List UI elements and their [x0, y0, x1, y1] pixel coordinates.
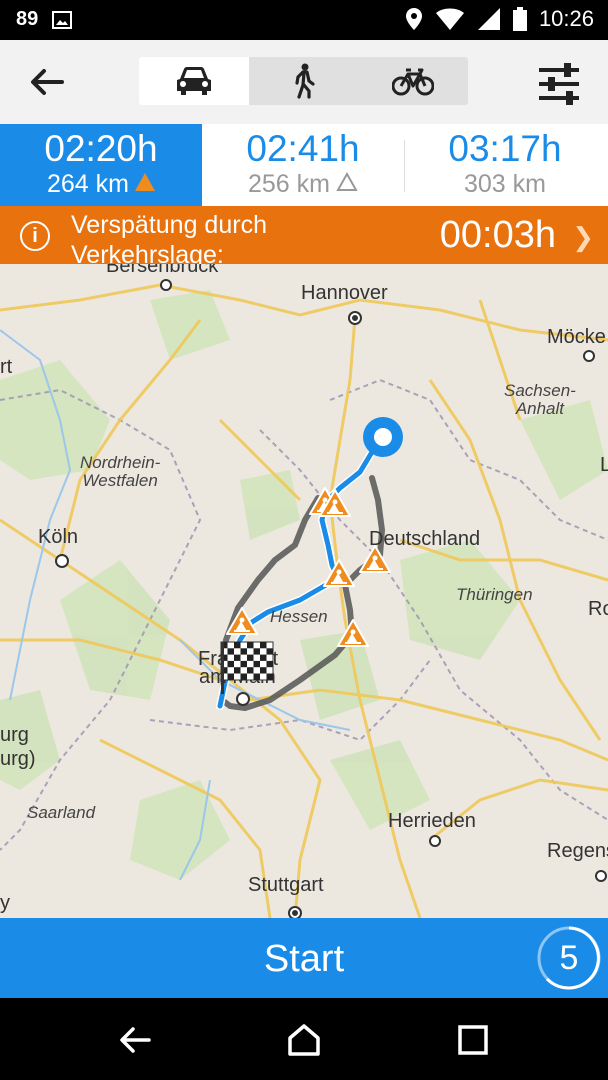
- countdown-ring: 5: [536, 925, 602, 991]
- route-settings-button[interactable]: [536, 62, 582, 106]
- transport-mode-group: [139, 57, 468, 105]
- start-navigation-button[interactable]: Start 5: [0, 918, 608, 998]
- traffic-delay-banner[interactable]: i Verspätung durch Verkehrslage: 00:03h …: [0, 206, 608, 264]
- mode-bike-button[interactable]: [358, 57, 468, 105]
- route-distance: 256 km: [248, 170, 330, 198]
- start-label: Start: [263, 938, 345, 980]
- city-label: Deutschland: [369, 528, 481, 550]
- region-label: Sachsen- Anhalt: [504, 381, 576, 418]
- signal-icon: [477, 8, 500, 30]
- system-back-button[interactable]: [115, 1020, 155, 1060]
- notification-count: 89: [16, 8, 39, 30]
- battery-icon: [512, 7, 527, 31]
- city-label: Möcke: [547, 326, 606, 348]
- warning-outline-icon: [336, 172, 358, 192]
- route-time: 02:41h: [246, 128, 360, 169]
- route-distance: 264 km: [47, 170, 129, 198]
- info-icon: i: [20, 221, 50, 251]
- status-time: 10:26: [538, 6, 594, 31]
- arrow-left-icon: [31, 69, 64, 95]
- route-option-1[interactable]: 02:20h 264 km: [0, 124, 202, 206]
- sliders-icon: [539, 63, 579, 105]
- system-recents-button[interactable]: [453, 1020, 493, 1060]
- back-button[interactable]: [26, 62, 70, 102]
- start-location-marker[interactable]: [360, 414, 406, 460]
- roadwork-icon[interactable]: [318, 488, 352, 518]
- back-triangle-icon: [120, 1027, 151, 1053]
- mode-walk-button[interactable]: [249, 57, 359, 105]
- warning-filled-icon: [134, 173, 155, 192]
- system-nav-bar: [0, 998, 608, 1080]
- region-label: Saarland: [27, 803, 96, 822]
- route-option-3[interactable]: 03:17h 303 km: [404, 124, 606, 206]
- image-icon: [52, 10, 73, 29]
- city-label: urg): [0, 748, 36, 770]
- delay-value: 00:03h: [439, 214, 556, 256]
- city-label: rt: [0, 356, 13, 378]
- home-icon: [288, 1024, 320, 1056]
- mode-car-button[interactable]: [139, 57, 249, 105]
- system-home-button[interactable]: [284, 1020, 324, 1060]
- car-icon: [176, 67, 211, 95]
- wifi-icon: [435, 8, 464, 30]
- recents-icon: [458, 1025, 488, 1055]
- bicycle-icon: [392, 68, 435, 96]
- city-label: Stuttgart: [248, 874, 324, 896]
- city-label: Regens: [547, 840, 608, 862]
- destination-flag-icon[interactable]: [219, 640, 277, 696]
- city-label: Hannover: [301, 282, 388, 304]
- region-label: Hessen: [270, 607, 328, 626]
- roadwork-icon[interactable]: [225, 606, 259, 636]
- countdown-value: 5: [559, 939, 579, 977]
- city-label: Köln: [38, 526, 79, 548]
- route-time: 02:20h: [44, 128, 158, 169]
- route-option-2[interactable]: 02:41h 256 km: [202, 124, 404, 206]
- region-label: Thüringen: [456, 585, 533, 604]
- route-alternatives: 02:20h 264 km 02:41h 256 km 03:17h 303 k…: [0, 124, 608, 206]
- city-label: urg: [0, 724, 29, 746]
- pedestrian-icon: [294, 63, 315, 99]
- roadwork-icon[interactable]: [336, 618, 370, 648]
- region-label: Nordrhein- Westfalen: [80, 453, 161, 490]
- map-view[interactable]: Bersenbrück Hannover Möcke rt Köln Deuts…: [0, 264, 608, 918]
- toolbar: [0, 40, 608, 124]
- status-bar: 89 10:26: [0, 0, 608, 40]
- city-label: Herrieden: [388, 810, 476, 832]
- city-label: L: [600, 454, 608, 476]
- city-label: Bersenbrück: [106, 264, 219, 277]
- delay-label: Verspätung durch Verkehrslage:: [71, 211, 267, 264]
- chevron-right-icon: ❯: [572, 222, 594, 252]
- city-label: y: [0, 892, 10, 914]
- location-icon: [405, 8, 422, 30]
- city-label: Ro: [588, 598, 608, 620]
- route-time: 03:17h: [448, 128, 562, 169]
- route-distance: 303 km: [464, 170, 546, 198]
- roadwork-icon[interactable]: [322, 558, 356, 588]
